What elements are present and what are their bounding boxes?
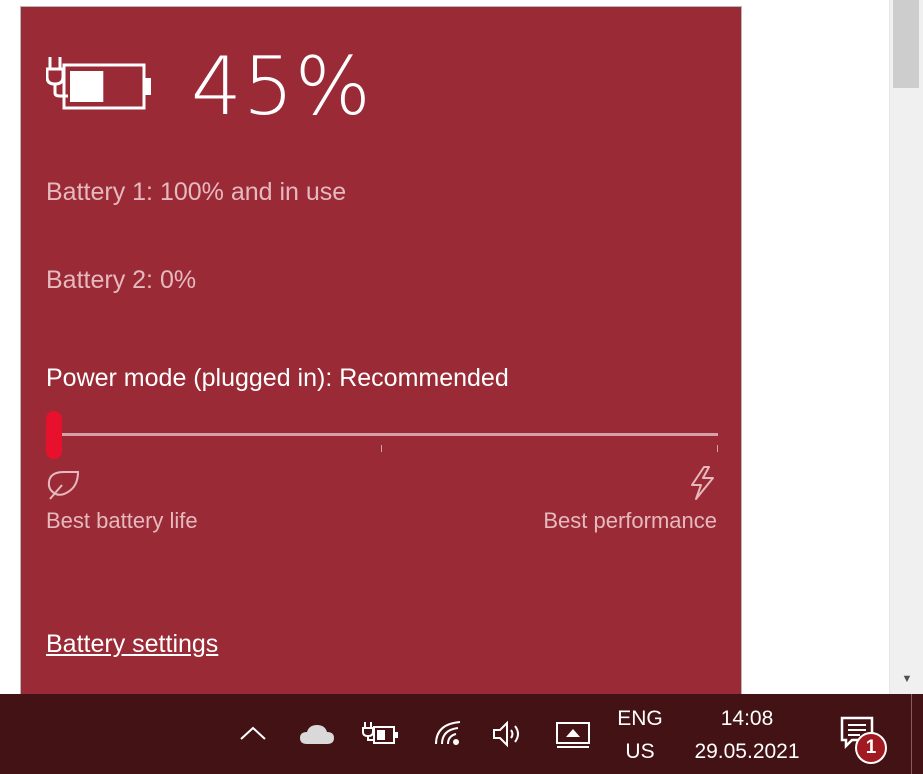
screen: ▼ 45% Battery 1: 100% and in use Battery…: [0, 0, 923, 774]
leaf-icon: [47, 471, 80, 500]
bolt-icon: [691, 466, 714, 500]
slider-tick: [381, 445, 382, 452]
battery-fill: [70, 71, 104, 102]
chevron-up-icon[interactable]: [238, 724, 268, 742]
project-icon[interactable]: [555, 721, 591, 749]
show-desktop-button[interactable]: [911, 694, 923, 774]
slider-thumb[interactable]: [46, 411, 62, 459]
scroll-down-arrow-icon[interactable]: ▼: [890, 672, 923, 686]
background-scrollbar[interactable]: ▼: [889, 0, 923, 694]
power-mode-slider[interactable]: [46, 409, 718, 459]
volume-icon[interactable]: [492, 720, 526, 748]
plug-battery-icon: [46, 57, 151, 110]
battery-settings-link[interactable]: Battery settings: [46, 629, 218, 659]
battery-percentage: 45%: [191, 40, 372, 133]
scrollbar-thumb[interactable]: [893, 0, 919, 88]
clock[interactable]: 14:08 29.05.2021: [680, 702, 814, 768]
cloud-icon[interactable]: [298, 722, 336, 746]
battery-flyout: 45% Battery 1: 100% and in use Battery 2…: [20, 6, 742, 694]
clock-date: 29.05.2021: [694, 740, 800, 763]
clock-time: 14:08: [720, 707, 774, 730]
battery1-status: Battery 1: 100% and in use: [46, 178, 347, 206]
taskbar: ENG US 14:08 29.05.2021 1: [0, 694, 923, 774]
battery2-status: Battery 2: 0%: [46, 266, 197, 294]
slider-track[interactable]: [54, 433, 718, 436]
wifi-icon[interactable]: [432, 718, 464, 750]
language-code: ENG: [617, 707, 663, 730]
language-indicator[interactable]: ENG US: [605, 702, 675, 768]
best-performance-label: Best performance: [543, 508, 717, 533]
notification-count-badge: 1: [855, 732, 887, 764]
power-mode-label: Power mode (plugged in): Recommended: [46, 364, 509, 392]
battery-plug-icon[interactable]: [362, 720, 400, 748]
best-battery-life-label: Best battery life: [46, 508, 198, 533]
slider-tick: [717, 445, 718, 452]
language-region: US: [625, 740, 655, 763]
